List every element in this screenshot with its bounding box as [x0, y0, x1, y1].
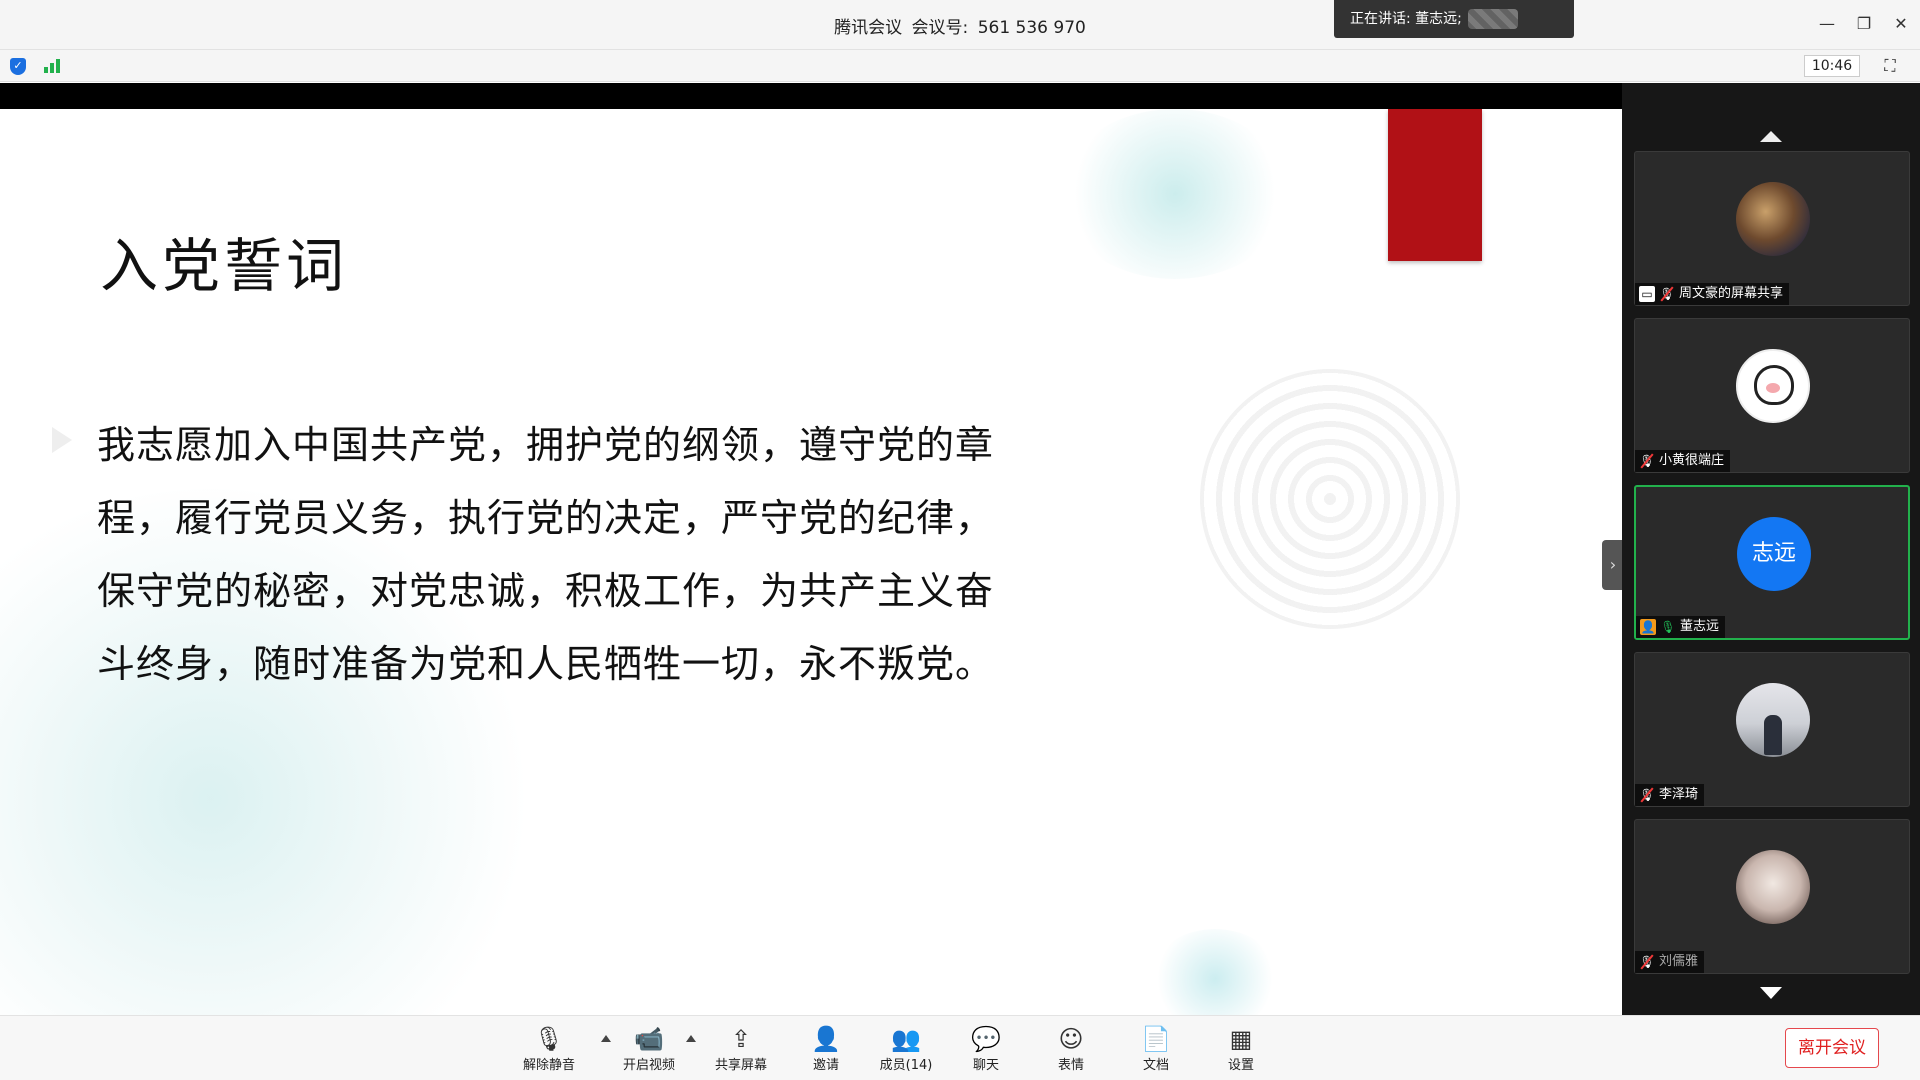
- share-screen-button[interactable]: ⇪ 共享屏幕: [706, 1024, 776, 1073]
- app-name: 腾讯会议: [834, 18, 903, 38]
- participant-tile-active[interactable]: 志远 👤 🎙 董志远: [1634, 485, 1910, 640]
- scroll-down-icon[interactable]: [1760, 987, 1782, 999]
- red-ribbon-decoration: [1388, 109, 1482, 261]
- participant-name: 周文豪的屏幕共享: [1679, 286, 1784, 301]
- avatar: [1736, 182, 1810, 256]
- participant-tile[interactable]: ▭ 🎙 周文豪的屏幕共享: [1634, 151, 1910, 306]
- oath-line: 斗终身，随时准备为党和人民牺牲一切，永不叛党。: [97, 642, 995, 686]
- invite-label: 邀请: [812, 1058, 839, 1073]
- participant-tile[interactable]: 🎙 李泽琦: [1634, 652, 1910, 807]
- oath-line: 保守党的秘密，对党忠诚，积极工作，为共产主义奋: [97, 569, 995, 613]
- participant-nameplate: 👤 🎙 董志远: [1636, 616, 1726, 638]
- network-signal-icon[interactable]: [44, 59, 62, 73]
- docs-label: 文档: [1142, 1058, 1169, 1073]
- invite-button[interactable]: 👤 邀请: [791, 1024, 861, 1073]
- document-icon: 📄: [1141, 1025, 1171, 1053]
- title-bar: 腾讯会议 会议号: 561 536 970 正在讲话: 董志远; — ❐ ✕: [0, 0, 1920, 50]
- settings-label: 设置: [1227, 1058, 1254, 1073]
- speaking-text: 正在讲话: 董志远;: [1350, 11, 1462, 27]
- user-icon: 👤: [1640, 618, 1656, 635]
- chat-label: 聊天: [972, 1058, 999, 1073]
- avatar: [1736, 683, 1810, 757]
- leave-meeting-button[interactable]: 离开会议: [1785, 1028, 1879, 1068]
- members-icon: 👥: [891, 1025, 921, 1053]
- meeting-id: 561 536 970: [977, 18, 1086, 38]
- close-icon: ✕: [1894, 14, 1908, 33]
- avatar: [1736, 349, 1810, 423]
- participant-name: 董志远: [1680, 619, 1720, 634]
- mic-on-icon: 🎙: [1660, 619, 1676, 634]
- camera-off-icon: 📹: [634, 1025, 664, 1053]
- mic-muted-icon: 🎙: [1639, 453, 1655, 468]
- share-letterbox: [0, 83, 1622, 109]
- avatar: 志远: [1737, 517, 1811, 591]
- meeting-id-label: 会议号:: [911, 18, 969, 38]
- decor-glow: [1150, 929, 1280, 1015]
- mic-muted-icon: 🎙: [1639, 954, 1655, 969]
- shared-slide: 入党誓词 我志愿加入中国共产党，拥护党的纲领，遵守党的章 程，履行党员义务，执行…: [0, 109, 1622, 1015]
- restore-button[interactable]: ❐: [1852, 12, 1876, 36]
- share-screen-label: 共享屏幕: [714, 1058, 767, 1073]
- restore-icon: ❐: [1856, 14, 1872, 33]
- video-options-caret-icon[interactable]: [686, 1035, 696, 1042]
- start-video-label: 开启视频: [622, 1058, 675, 1073]
- meeting-toolbar: 🎙 解除静音 📹 开启视频 ⇪ 共享屏幕 👤 邀请 👥 成员(14) 💬 聊天 …: [0, 1015, 1920, 1080]
- unmute-label: 解除静音: [522, 1058, 575, 1073]
- participant-name: 小黄很端庄: [1659, 453, 1725, 468]
- start-video-button[interactable]: 📹 开启视频: [614, 1024, 684, 1073]
- speaking-indicator: 正在讲话: 董志远;: [1334, 0, 1574, 38]
- mic-muted-icon: 🎙: [1659, 286, 1675, 301]
- minimize-button[interactable]: —: [1815, 12, 1839, 36]
- decor-glow: [1060, 109, 1290, 279]
- participant-panel: ▭ 🎙 周文豪的屏幕共享 🎙 小黄很端庄 志远 👤 🎙 董志远 🎙 李泽琦 🎙 刘儒雅: [1622, 83, 1920, 1015]
- fullscreen-button[interactable]: ⛶: [1880, 56, 1900, 76]
- grid-settings-icon: ▦: [1229, 1025, 1253, 1053]
- members-button[interactable]: 👥 成员(14): [871, 1024, 941, 1073]
- participant-tile[interactable]: 🎙 小黄很端庄: [1634, 318, 1910, 473]
- participant-name: 刘儒雅: [1659, 954, 1699, 969]
- screen-share-icon: ▭: [1639, 285, 1655, 302]
- unmute-button[interactable]: 🎙 解除静音: [514, 1024, 584, 1073]
- invite-user-icon: 👤: [811, 1025, 841, 1053]
- participant-nameplate: 🎙 小黄很端庄: [1635, 450, 1731, 472]
- participant-name: 李泽琦: [1659, 787, 1699, 802]
- avatar: [1736, 850, 1810, 924]
- decor-ring: [1200, 369, 1460, 629]
- slide-body: 我志愿加入中国共产党，拥护党的纲领，遵守党的章 程，履行党员义务，执行党的决定，…: [97, 409, 1057, 701]
- participant-nameplate: ▭ 🎙 周文豪的屏幕共享: [1635, 283, 1790, 305]
- participant-tile[interactable]: 🎙 刘儒雅: [1634, 819, 1910, 974]
- mic-muted-icon: 🎙: [533, 1025, 565, 1053]
- docs-button[interactable]: 📄 文档: [1121, 1024, 1191, 1073]
- blurred-region: [1467, 9, 1518, 29]
- window-title: 腾讯会议 会议号: 561 536 970: [0, 13, 1920, 38]
- close-button[interactable]: ✕: [1889, 12, 1913, 36]
- oath-line: 程，履行党员义务，执行党的决定，严守党的纪律，: [97, 496, 995, 540]
- minimize-icon: —: [1819, 14, 1835, 33]
- info-bar: ✓ 10:46 ⛶: [0, 50, 1920, 82]
- settings-button[interactable]: ▦ 设置: [1206, 1024, 1276, 1073]
- slide-title: 入党誓词: [100, 232, 349, 300]
- security-shield-icon[interactable]: ✓: [10, 58, 26, 75]
- reactions-label: 表情: [1057, 1058, 1084, 1073]
- members-label: 成员(14): [879, 1058, 933, 1073]
- bullet-arrow-icon: [52, 427, 72, 453]
- chat-icon: 💬: [971, 1025, 1001, 1053]
- meeting-clock: 10:46: [1804, 55, 1860, 77]
- scroll-up-icon[interactable]: [1760, 131, 1782, 142]
- mic-muted-icon: 🎙: [1639, 787, 1655, 802]
- share-screen-icon: ⇪: [730, 1025, 752, 1053]
- oath-line: 我志愿加入中国共产党，拥护党的纲领，遵守党的章: [97, 423, 995, 467]
- participant-nameplate: 🎙 刘儒雅: [1635, 951, 1705, 973]
- fullscreen-icon: ⛶: [1884, 56, 1896, 75]
- audio-options-caret-icon[interactable]: [601, 1035, 611, 1042]
- smiley-icon: ☺: [1058, 1025, 1084, 1053]
- chat-button[interactable]: 💬 聊天: [951, 1024, 1021, 1073]
- reactions-button[interactable]: ☺ 表情: [1036, 1024, 1106, 1073]
- collapse-panel-button[interactable]: ›: [1602, 540, 1624, 590]
- participant-nameplate: 🎙 李泽琦: [1635, 784, 1705, 806]
